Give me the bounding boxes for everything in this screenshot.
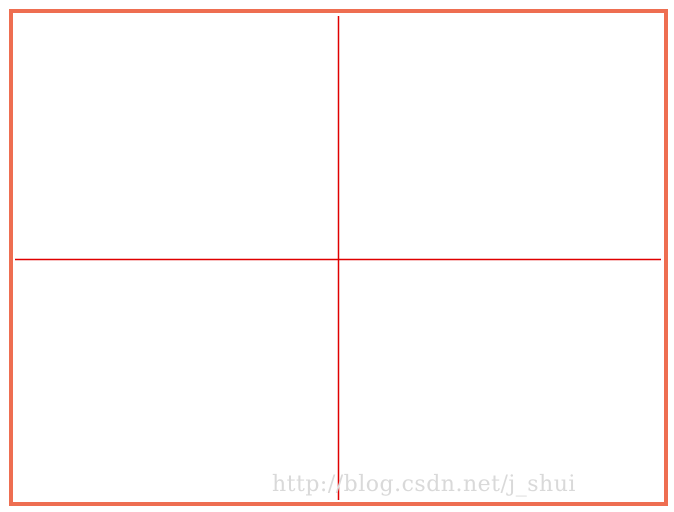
watermark-text: http://blog.csdn.net/j_shui bbox=[272, 472, 576, 497]
crosshair bbox=[15, 16, 661, 500]
canvas: http://blog.csdn.net/j_shui bbox=[0, 0, 674, 512]
